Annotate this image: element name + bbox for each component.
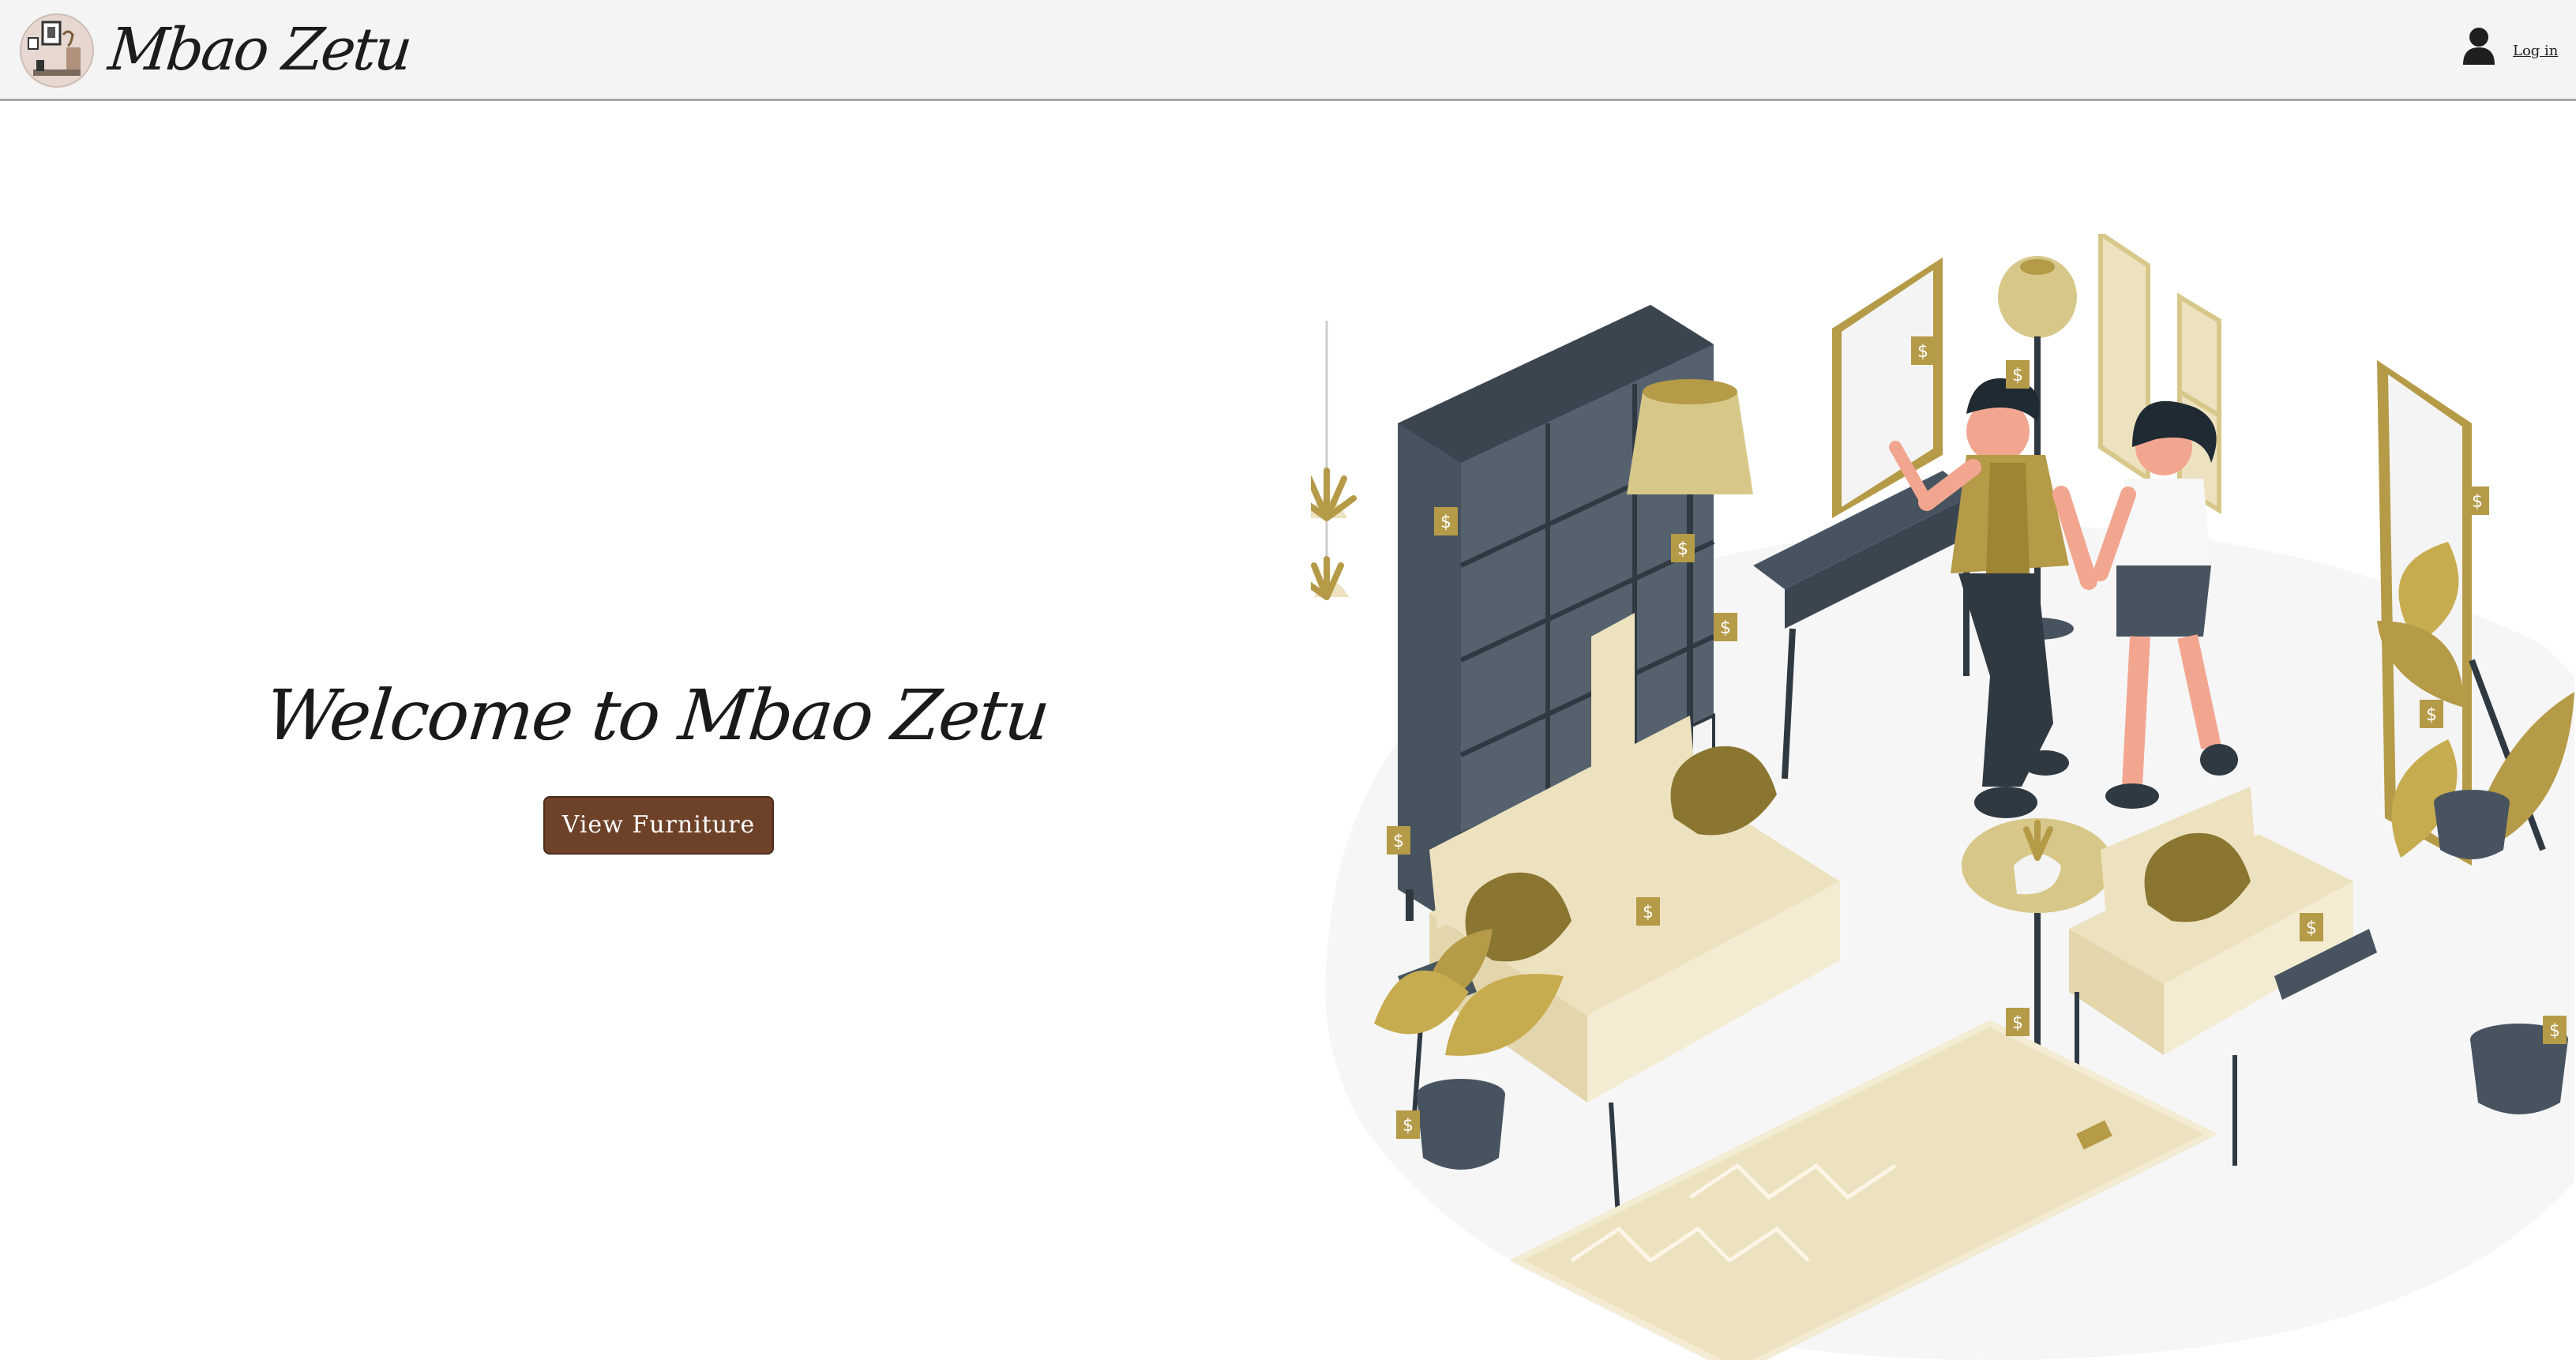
svg-text:$: $ xyxy=(1720,618,1731,638)
brand-name[interactable]: Mbao Zetu xyxy=(104,6,415,93)
showroom-illustration: $ $ $ $ $ $ $ $ $ $ $ $ $ xyxy=(1311,234,2574,1360)
svg-text:$: $ xyxy=(1403,1116,1414,1136)
svg-text:$: $ xyxy=(2306,919,2317,938)
svg-text:$: $ xyxy=(1917,342,1928,362)
view-furniture-button[interactable]: View Furniture xyxy=(543,796,774,855)
user-account-icon[interactable] xyxy=(2462,27,2495,66)
svg-text:$: $ xyxy=(2012,1013,2023,1033)
shop-logo-icon[interactable] xyxy=(19,13,95,88)
svg-text:$: $ xyxy=(1643,903,1654,922)
svg-text:$: $ xyxy=(2426,705,2437,725)
top-navbar: Mbao Zetu Log in xyxy=(0,0,2576,101)
svg-text:$: $ xyxy=(2472,492,2483,512)
login-link[interactable]: Log in xyxy=(2513,43,2558,59)
svg-text:$: $ xyxy=(1393,832,1404,851)
svg-text:$: $ xyxy=(2012,366,2023,385)
welcome-heading: Welcome to Mbao Zetu xyxy=(261,674,1053,756)
svg-text:$: $ xyxy=(2549,1021,2560,1041)
svg-text:$: $ xyxy=(1440,513,1451,532)
svg-text:$: $ xyxy=(1677,539,1688,559)
